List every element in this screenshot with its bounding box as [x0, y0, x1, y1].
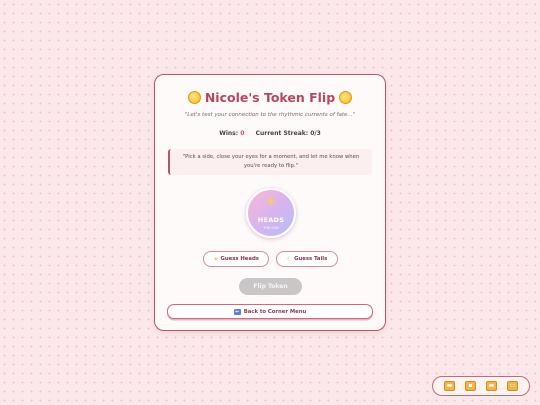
coin-face-sublabel: THE SUN: [263, 226, 279, 230]
dock-button-4[interactable]: ▭: [507, 381, 518, 391]
guess-heads-label: Guess Heads: [220, 256, 259, 262]
streak-label: Current Streak:: [255, 130, 309, 137]
flip-token-button[interactable]: Flip Token: [239, 278, 302, 295]
token-coin[interactable]: ☀ HEADS THE SUN: [246, 188, 296, 238]
guess-tails-button[interactable]: ☾ Guess Tails: [276, 251, 338, 267]
coin-icon: [339, 90, 353, 104]
game-card: Nicole's Token Flip "Let's test your con…: [154, 74, 386, 331]
subtitle: "Let's test your connection to the rhyth…: [184, 112, 356, 118]
back-arrow-icon: ←: [233, 308, 241, 315]
dock-button-1[interactable]: ▬: [444, 381, 455, 391]
wins-value: 0: [240, 130, 245, 137]
dock-button-3[interactable]: ▬: [486, 381, 497, 391]
sun-icon: ☀: [213, 255, 219, 263]
coin-face-label: HEADS: [257, 216, 285, 224]
stats-row: Wins: 0 Current Streak: 0/3: [155, 130, 385, 137]
title-row: Nicole's Token Flip: [155, 88, 385, 106]
sun-icon: ☀: [265, 195, 277, 210]
bottom-dock: ▬ ▪ ▬ ▭: [432, 376, 530, 396]
coin-icon: [187, 90, 201, 104]
wins-label: Wins:: [219, 130, 239, 137]
page-title: Nicole's Token Flip: [204, 89, 336, 105]
streak-value: 0/3: [310, 130, 321, 137]
dock-button-2[interactable]: ▪: [465, 381, 476, 391]
guess-heads-button[interactable]: ☀ Guess Heads: [203, 251, 269, 267]
back-to-menu-button[interactable]: ← Back to Corner Menu: [167, 304, 373, 319]
guess-tails-label: Guess Tails: [294, 256, 328, 262]
message-box: "Pick a side, close your eyes for a mome…: [168, 149, 372, 175]
back-label: Back to Corner Menu: [243, 308, 307, 315]
moon-icon: ☾: [286, 255, 293, 263]
